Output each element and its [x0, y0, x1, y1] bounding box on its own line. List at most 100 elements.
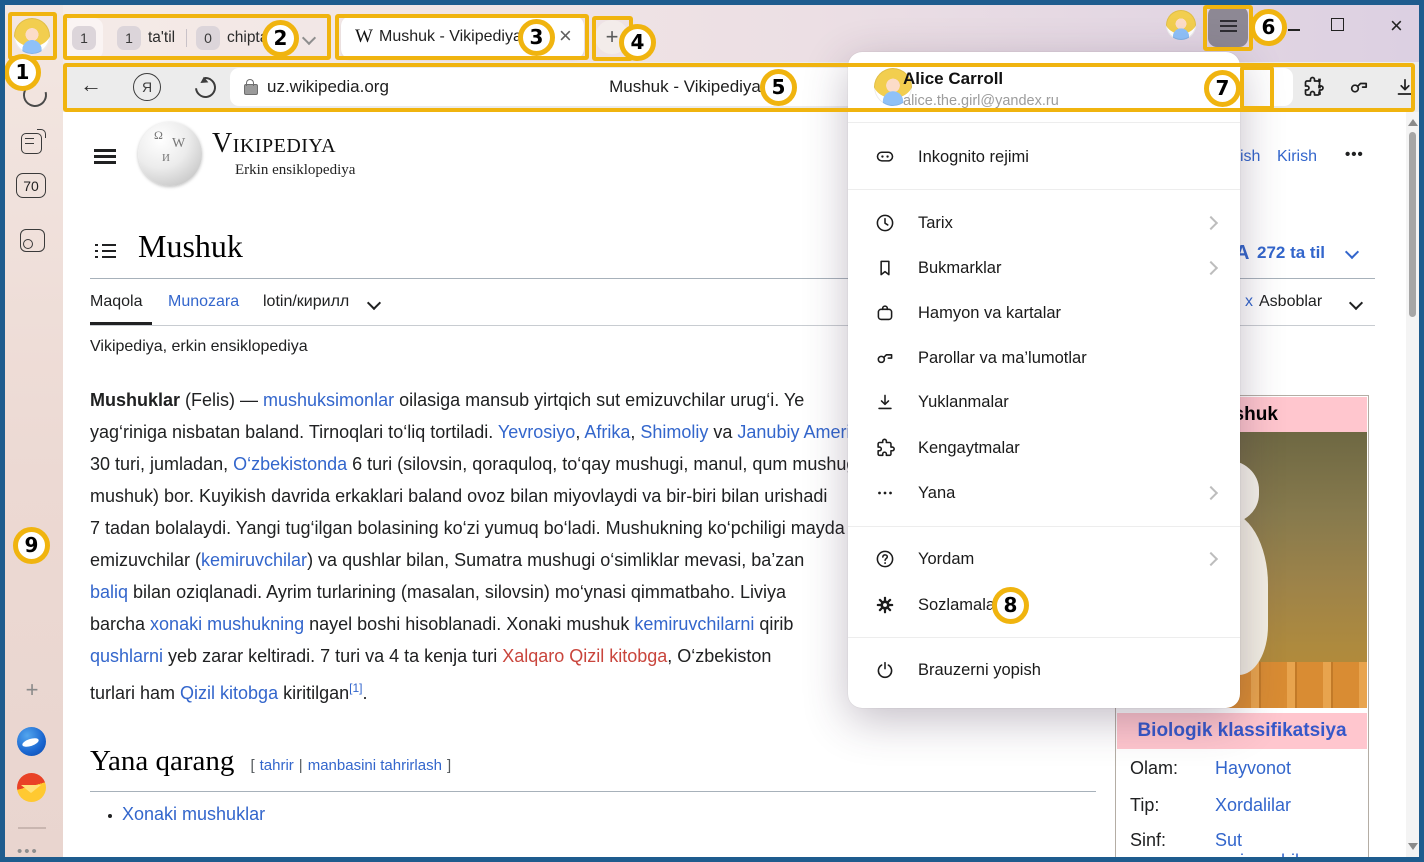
toolbar-avatar[interactable]	[1166, 10, 1196, 40]
screenshot-icon[interactable]	[20, 229, 45, 252]
infobox-row: Tip: Xordalilar	[1130, 795, 1159, 816]
tab-article[interactable]: Maqola	[90, 293, 142, 311]
maximize-button[interactable]	[1331, 18, 1344, 31]
mask-icon	[874, 146, 896, 168]
infobox-row: Sinf: Sut emizuvchilar	[1130, 830, 1166, 851]
tab-tools[interactable]: Asboblar	[1259, 293, 1322, 311]
wiki-logo-title[interactable]: Vikipediya	[212, 128, 336, 160]
sidebar-more-icon[interactable]: •••	[17, 843, 39, 857]
menu-item-passwords[interactable]: Parollar va ma’lumotlar	[848, 336, 1240, 380]
see-also-title: Yana qarang	[90, 745, 234, 778]
menu-item-more[interactable]: Yana	[848, 471, 1240, 515]
highlight-box-kebab	[1240, 66, 1274, 110]
chevron-right-icon	[1204, 486, 1218, 500]
wiki-signup-link-partial[interactable]: ish	[1240, 148, 1260, 166]
wiki-link[interactable]: baliq	[90, 582, 128, 602]
row-label: Olam:	[1130, 758, 1178, 778]
profile-menu: Alice Carroll alice.the.girl@yandex.ru I…	[848, 52, 1240, 708]
row-value-link[interactable]: Xordalilar	[1215, 795, 1291, 816]
yandex-disk-icon[interactable]	[17, 727, 46, 756]
tools-chevron-down-icon[interactable]	[1349, 296, 1363, 310]
wiki-link[interactable]: Yevrosiyo	[498, 422, 575, 442]
see-also-heading-row: Yana qarang [ tahrir | manbasini tahrirl…	[90, 745, 451, 778]
menu-item-bookmarks[interactable]: Bukmarklar	[848, 246, 1240, 290]
row-value-link[interactable]: Hayvonot	[1215, 758, 1291, 779]
clock-icon	[874, 212, 896, 234]
contents-list-icon[interactable]	[95, 243, 116, 260]
wiki-link[interactable]: Shimoliy	[640, 422, 708, 442]
article-subtitle: Vikipediya, erkin ensiklopediya	[90, 338, 308, 356]
wiki-link[interactable]: kemiruvchilar	[201, 550, 307, 570]
sidebar-divider	[18, 827, 46, 829]
wiki-link[interactable]: xonaki mushukning	[150, 614, 304, 634]
wiki-link[interactable]: Xalqaro Qizil kitobga	[502, 646, 667, 666]
power-icon	[874, 659, 896, 681]
menu-item-wallet[interactable]: Hamyon va kartalar	[848, 291, 1240, 335]
tools-partial[interactable]: x	[1245, 293, 1253, 311]
article-title: Mushuk	[138, 228, 243, 265]
row-label: Sinf:	[1130, 830, 1166, 850]
variant-chevron-down-icon[interactable]	[367, 296, 381, 310]
see-also-divider	[90, 791, 1096, 792]
sidebar-add-icon[interactable]	[17, 673, 47, 706]
menu-item-downloads[interactable]: Yuklanmalar	[848, 380, 1240, 424]
language-count-link[interactable]: 272 ta til	[1257, 243, 1325, 263]
highlight-box-menu-button	[1203, 5, 1253, 51]
scroll-up-icon[interactable]	[1408, 119, 1418, 126]
menu-item-history[interactable]: Tarix	[848, 201, 1240, 245]
minimize-button[interactable]	[1288, 29, 1300, 31]
notes-icon[interactable]	[21, 133, 42, 154]
chevron-right-icon	[1204, 261, 1218, 275]
row-value-link[interactable]: Sut emizuvchilar	[1215, 830, 1315, 857]
scroll-down-icon[interactable]	[1408, 843, 1418, 850]
yandex-mail-icon[interactable]	[17, 773, 46, 802]
callout-1: 1	[5, 54, 41, 91]
infobox-section-header: Biologik klassifikatsiya	[1117, 713, 1367, 749]
infobox-row: Olam: Hayvonot	[1130, 758, 1178, 779]
browser-window: 70 ••• 1 1 ta'til 0 chipta W Mushuk - Vi…	[5, 5, 1419, 857]
wiki-link[interactable]: kemiruvchilarni	[634, 614, 754, 634]
wikipedia-globe-logo[interactable]: ΩWИ	[138, 122, 202, 186]
download-icon	[874, 391, 896, 413]
scrollbar[interactable]	[1406, 112, 1419, 857]
wiki-more-icon[interactable]: •••	[1345, 146, 1364, 163]
wiki-login-link[interactable]: Kirish	[1277, 148, 1317, 166]
see-also-item-link[interactable]: Xonaki mushuklar	[122, 804, 265, 825]
menu-item-settings[interactable]: Sozlamalar	[848, 583, 1240, 627]
wiki-link[interactable]: Qizil kitobga	[180, 683, 278, 703]
edit-link[interactable]: tahrir	[260, 757, 294, 774]
help-icon	[874, 548, 896, 570]
tab-variant[interactable]: lotin/кирилл	[263, 293, 349, 311]
callout-2: 2	[262, 20, 299, 57]
key-icon	[874, 347, 896, 369]
callout-9: 9	[13, 527, 50, 564]
menu-item-incognito[interactable]: Inkognito rejimi	[848, 135, 1240, 179]
edit-source-link[interactable]: manbasini tahrirlash	[308, 757, 442, 774]
chevron-right-icon	[1204, 552, 1218, 566]
callout-5: 5	[760, 69, 797, 106]
gear-icon	[874, 594, 896, 616]
wiki-link[interactable]: qushlarni	[90, 646, 163, 666]
tab-talk[interactable]: Munozara	[168, 293, 239, 311]
puzzle-icon	[874, 437, 896, 459]
menu-item-help[interactable]: Yordam	[848, 537, 1240, 581]
wiki-link[interactable]: O‘zbekistonda	[233, 454, 347, 474]
wiki-link[interactable]: Afrika	[584, 422, 630, 442]
callout-7: 7	[1204, 70, 1241, 107]
menu-item-close-browser[interactable]: Brauzerni yopish	[848, 648, 1240, 692]
bookmark-icon	[874, 257, 896, 279]
wiki-link[interactable]: [1]	[349, 681, 362, 695]
scrollbar-thumb[interactable]	[1409, 132, 1416, 317]
language-chevron-down-icon[interactable]	[1345, 245, 1359, 259]
sidebar: 70 •••	[5, 5, 63, 857]
list-bullet	[108, 814, 112, 818]
callout-6: 6	[1250, 9, 1287, 46]
wiki-menu-icon[interactable]	[94, 149, 116, 165]
close-button[interactable]	[1390, 13, 1403, 39]
edit-bracket-close: ]	[447, 757, 451, 774]
tab-counter-badge[interactable]: 70	[16, 173, 46, 198]
menu-item-extensions[interactable]: Kengaytmalar	[848, 426, 1240, 470]
wiki-link[interactable]: mushuksimonlar	[263, 390, 394, 410]
edit-bracket: [	[250, 757, 254, 774]
callout-4: 4	[619, 24, 656, 61]
